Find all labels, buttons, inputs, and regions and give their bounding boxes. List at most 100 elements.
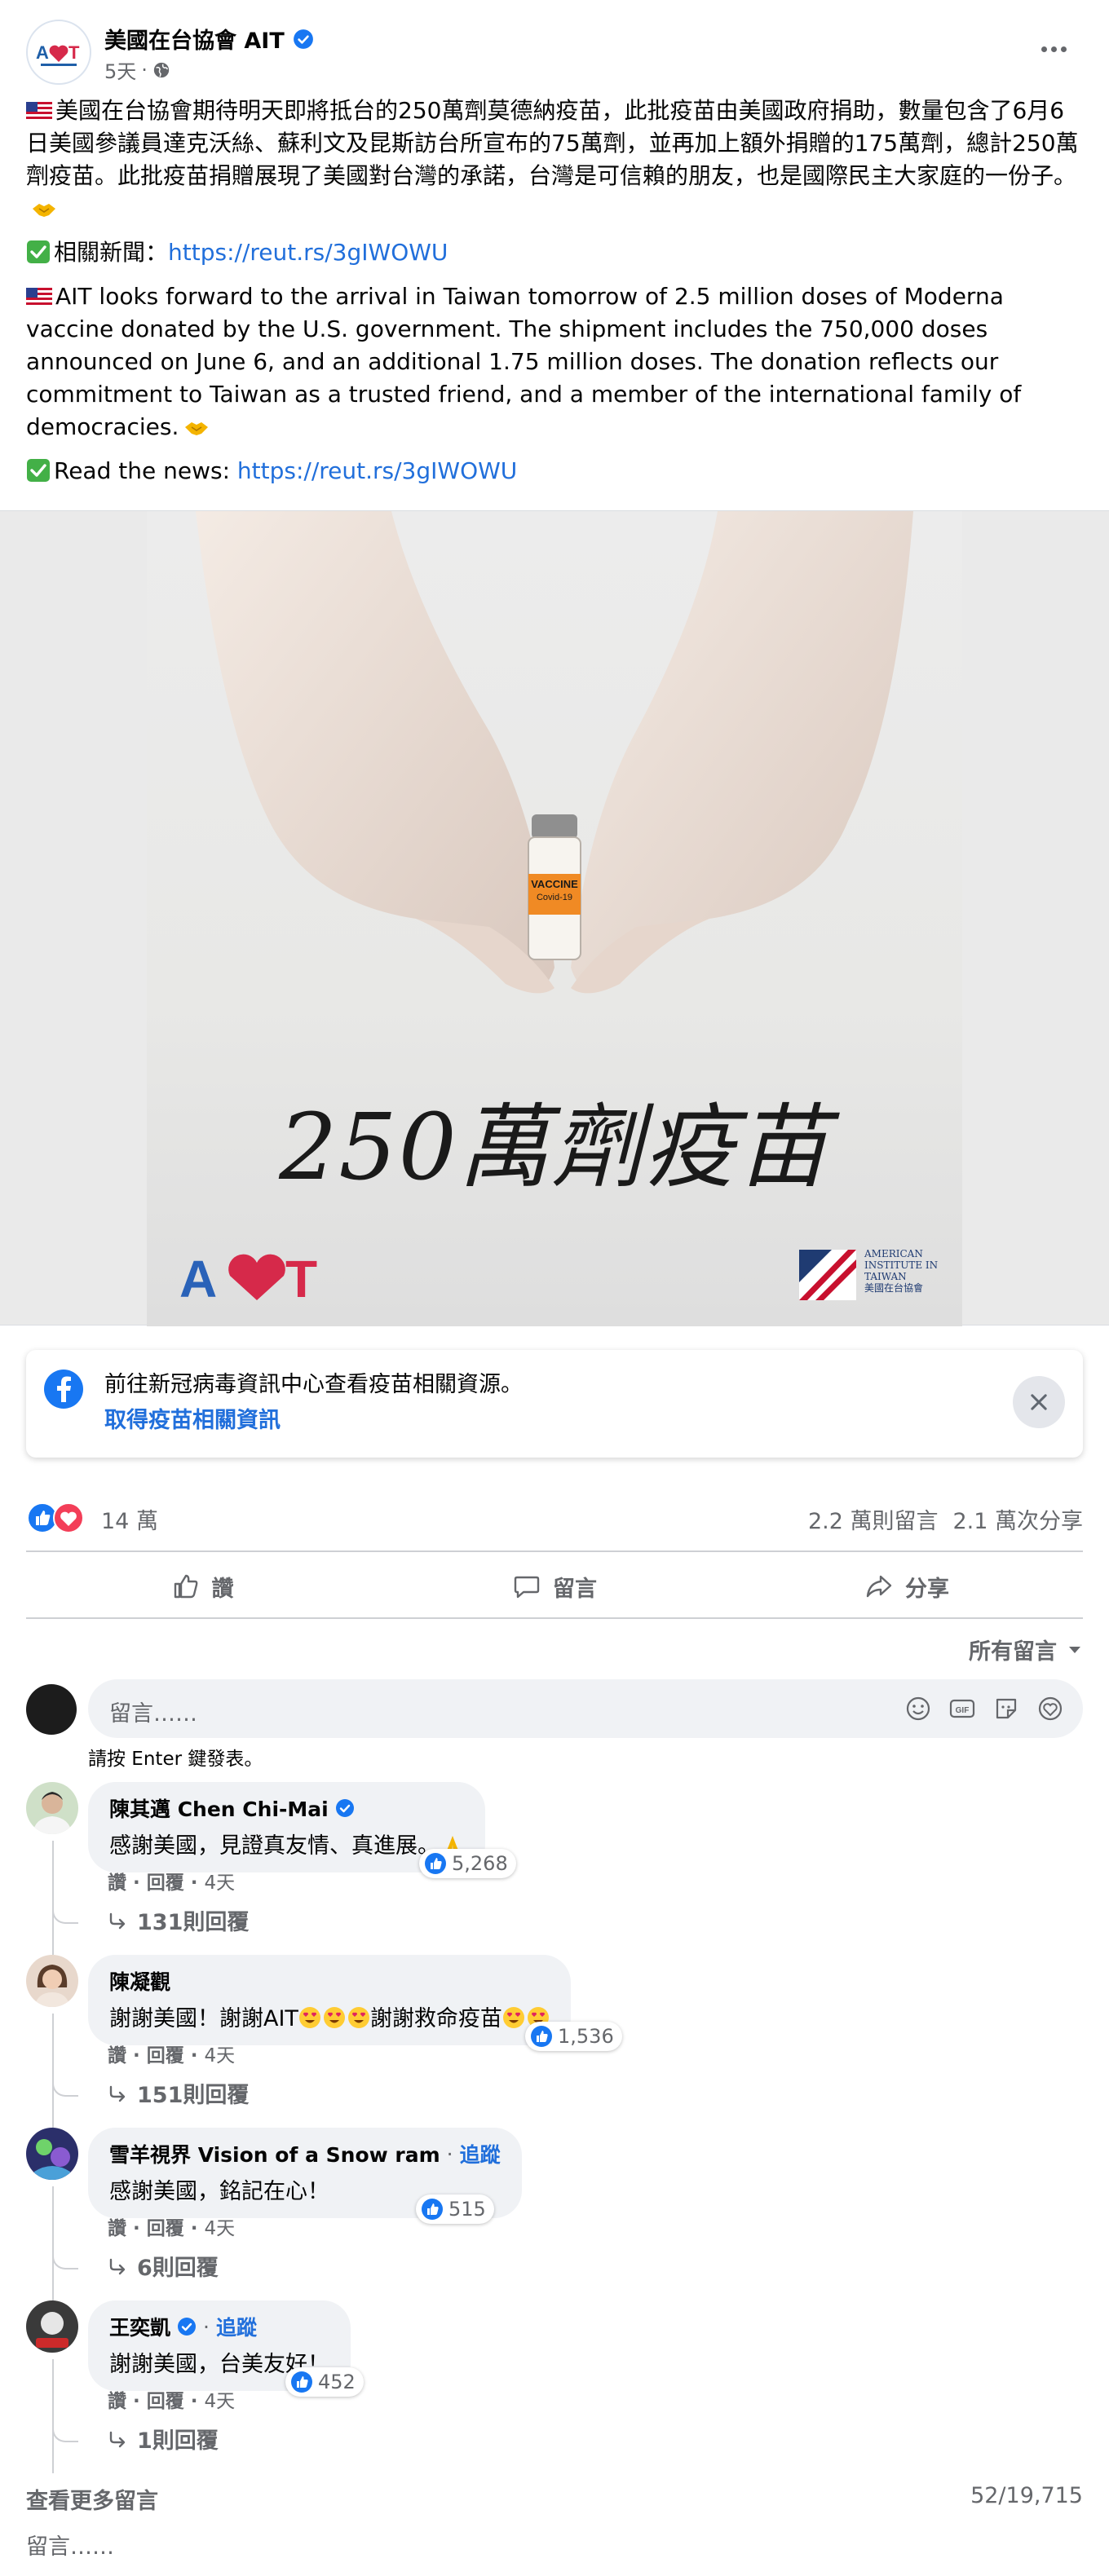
like-reaction-icon [531, 2026, 552, 2047]
follow-button[interactable]: 追蹤 [460, 2139, 501, 2168]
news-line-zh: 相關新聞：https://reut.rs/3gIWOWU [26, 236, 1086, 269]
love-reaction-icon [53, 1502, 84, 1533]
comment-like-link[interactable]: 讚 [108, 2391, 126, 2412]
reaction-count[interactable]: 14 萬 [101, 1503, 158, 1535]
comment-time[interactable]: 4天 [205, 2218, 236, 2239]
comment-time[interactable]: 4天 [205, 1872, 236, 1894]
comment-meta: 讚 · 回覆 · 4天 [108, 1872, 236, 1894]
news-label-en: Read the news: [54, 457, 237, 484]
commenter-name[interactable]: 雪羊視界 Vision of a Snow ram · 追蹤 [109, 2139, 501, 2168]
commenter-name-text[interactable]: 雪羊視界 Vision of a Snow ram [109, 2139, 440, 2168]
commenter-name[interactable]: 陳凝觀 [109, 1966, 550, 1996]
commenter-avatar[interactable] [26, 2300, 78, 2353]
commenter-avatar[interactable] [26, 1955, 78, 2007]
news-link-zh[interactable]: https://reut.rs/3gIWOWU [168, 239, 448, 266]
commenter-name-text[interactable]: 陳凝觀 [109, 1966, 170, 1996]
name-dot: · [203, 2314, 210, 2339]
gif-icon[interactable]: GIF [948, 1694, 977, 1723]
commenter-avatar[interactable] [26, 2128, 78, 2180]
current-user-avatar[interactable] [26, 1684, 77, 1735]
post-time[interactable]: 5天 [104, 55, 136, 84]
view-more-comments-button[interactable]: 查看更多留言 [26, 2483, 158, 2515]
comment: 王奕凱 · 追蹤 謝謝美國，台美友好！ 452 讚 · 回覆 · 4天 1則回覆 [26, 2300, 1083, 2473]
commenter-name[interactable]: 陳其邁 Chen Chi-Mai [109, 1793, 464, 1823]
page-avatar[interactable]: A T [26, 20, 91, 85]
comment-reply-link[interactable]: 回覆 [147, 1872, 184, 1894]
close-icon [1031, 1394, 1047, 1410]
replies-count: 6則回覆 [137, 2256, 219, 2281]
comment-like-link[interactable]: 讚 [108, 2045, 126, 2067]
reply-arrow-icon [109, 2085, 126, 2102]
comment-reply-link[interactable]: 回覆 [147, 2045, 184, 2067]
like-reaction-icon [422, 2199, 443, 2220]
comment-meta: 讚 · 回覆 · 4天 [108, 2218, 236, 2239]
replies-count: 131則回覆 [137, 1910, 250, 1935]
comment-sort-dropdown[interactable]: 所有留言 [969, 1634, 1083, 1665]
reaction-stats: 14 萬 2.2 萬則留言 2.1 萬次分享 [26, 1500, 1083, 1536]
comment-input-placeholder: 留言…… [109, 1701, 197, 1727]
comment-like-count[interactable]: 452 [285, 2367, 364, 2397]
comment-text-body: 謝謝美國！謝謝AIT [109, 2006, 298, 2031]
more-dot-icon [1050, 46, 1057, 52]
comment-reply-link[interactable]: 回覆 [147, 2391, 184, 2412]
logo-right-line: 美國在台協會 [864, 1282, 924, 1294]
commenter-avatar[interactable] [26, 1782, 78, 1834]
view-replies-button[interactable]: 151則回覆 [108, 2077, 249, 2109]
comment-like-link[interactable]: 讚 [108, 1872, 126, 1894]
comment-button[interactable]: 留言 [378, 1559, 731, 1614]
us-flag-icon [26, 102, 52, 120]
news-link-en[interactable]: https://reut.rs/3gIWOWU [237, 457, 517, 484]
comment-input[interactable]: 留言…… GIF [88, 1679, 1083, 1738]
post-meta: 5天 · [104, 55, 170, 84]
avatar-sticker-icon[interactable] [1036, 1694, 1065, 1723]
thread-curve [52, 1904, 78, 1924]
view-replies-button[interactable]: 131則回覆 [108, 1904, 249, 1936]
commenter-name[interactable]: 王奕凱 · 追蹤 [109, 2312, 329, 2341]
bottom-comment-input[interactable]: 留言…… [26, 2529, 114, 2561]
ait-logo-icon: A T [36, 42, 80, 66]
sticker-icon[interactable] [992, 1694, 1021, 1723]
vaccine-info-link[interactable]: 取得疫苗相關資訊 [104, 1402, 281, 1434]
comment-text: 感謝美國，見證真友情、真進展。 [109, 1828, 464, 1859]
close-button[interactable] [1013, 1376, 1065, 1428]
view-replies-button[interactable]: 1則回覆 [108, 2423, 219, 2455]
comment-time[interactable]: 4天 [205, 2045, 236, 2067]
paragraph-en: AIT looks forward to the arrival in Taiw… [26, 280, 1086, 443]
share-button[interactable]: 分享 [731, 1559, 1083, 1614]
post-image[interactable]: VACCINE Covid-19 250萬劑疫苗 A T AMERICAN IN… [147, 511, 962, 1326]
commenter-name-text[interactable]: 陳其邁 Chen Chi-Mai [109, 1793, 329, 1823]
reactions-summary[interactable] [26, 1502, 91, 1534]
comment-reply-link[interactable]: 回覆 [147, 2218, 184, 2239]
page-name[interactable]: 美國在台協會 AIT [104, 23, 314, 55]
svg-text:A: A [179, 1250, 217, 1308]
emoji-icon[interactable] [904, 1694, 933, 1723]
comment-time[interactable]: 4天 [205, 2391, 236, 2412]
comment-text-body: 感謝美國，見證真友情、真進展。 [109, 1833, 440, 1859]
comment-like-link[interactable]: 讚 [108, 2218, 126, 2239]
like-button[interactable]: 讚 [26, 1559, 378, 1614]
logo-right-line: INSTITUTE IN [864, 1259, 939, 1271]
comment-like-count[interactable]: 515 [416, 2194, 494, 2224]
heart-eyes-emoji-icon [347, 2007, 369, 2028]
post-image-container[interactable]: VACCINE Covid-19 250萬劑疫苗 A T AMERICAN IN… [0, 510, 1109, 1326]
comment-count[interactable]: 2.2 萬則留言 [808, 1503, 939, 1535]
comment-like-count[interactable]: 1,536 [525, 2022, 622, 2051]
more-options-button[interactable] [1031, 33, 1076, 65]
heart-eyes-emoji-group [298, 2006, 370, 2029]
comments-shown-count: 52/19,715 [970, 2483, 1083, 2508]
commenter-name-text[interactable]: 王奕凱 [109, 2312, 170, 2341]
like-label: 讚 [211, 1576, 234, 1602]
avatar-photo [26, 1782, 78, 1834]
share-count[interactable]: 2.1 萬次分享 [952, 1503, 1083, 1535]
post-actions: 讚 留言 分享 [26, 1559, 1083, 1614]
meta-dot: · [141, 58, 148, 82]
follow-button[interactable]: 追蹤 [216, 2312, 257, 2341]
image-caption: 250萬劑疫苗 [279, 1095, 830, 1201]
view-replies-button[interactable]: 6則回覆 [108, 2250, 219, 2282]
page-name-text[interactable]: 美國在台協會 AIT [104, 23, 285, 55]
stats-right: 2.2 萬則留言 2.1 萬次分享 [808, 1503, 1083, 1535]
globe-icon[interactable] [152, 61, 170, 79]
share-label: 分享 [905, 1576, 949, 1602]
verified-badge-icon [335, 1799, 354, 1817]
comment-like-count[interactable]: 5,268 [419, 1849, 516, 1878]
